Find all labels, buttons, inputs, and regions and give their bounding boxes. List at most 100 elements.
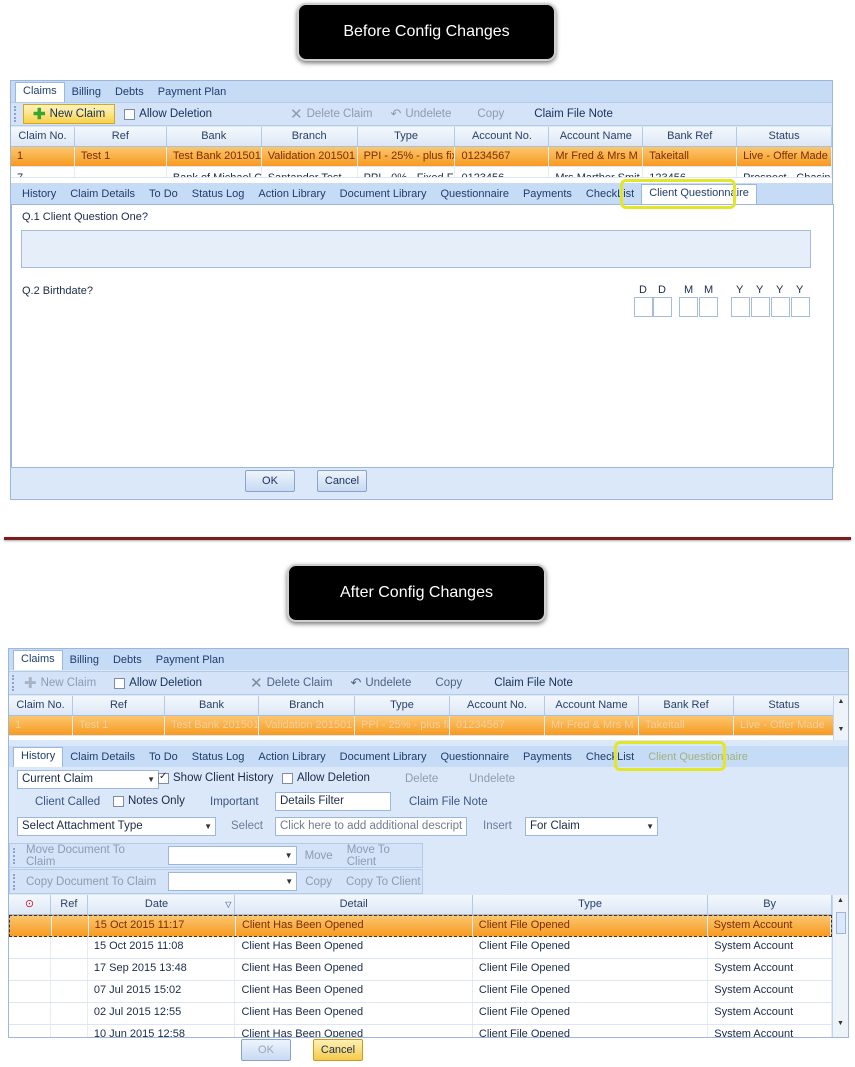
history-row[interactable]: 02 Jul 2015 12:55 Client Has Been Opened…: [9, 1003, 832, 1025]
col-account-no[interactable]: Account No.: [455, 127, 550, 146]
move-to-client-button[interactable]: Move To Client: [347, 844, 422, 868]
tab-to-do[interactable]: To Do: [142, 186, 185, 204]
undelete-button[interactable]: Undelete: [469, 773, 515, 785]
move-target-select[interactable]: ▼: [168, 846, 297, 865]
history-row[interactable]: 10 Jun 2015 12:58 Client Has Been Opened…: [9, 1025, 832, 1037]
tab-status-log[interactable]: Status Log: [185, 186, 252, 204]
description-input[interactable]: Click here to add additional descript: [275, 817, 467, 836]
notes-only-checkbox[interactable]: Notes Only: [113, 795, 185, 807]
delete-claim-button[interactable]: ✕ Delete Claim: [281, 103, 381, 125]
claim-file-note-button[interactable]: Claim File Note: [525, 103, 622, 125]
tab-questionnaire[interactable]: Questionnaire: [433, 186, 516, 204]
birthdate-day-2[interactable]: [653, 297, 672, 317]
scroll-down-icon[interactable]: ▼: [834, 726, 848, 733]
cancel-button[interactable]: Cancel: [313, 1039, 363, 1061]
col-branch[interactable]: Branch: [259, 696, 355, 715]
allow-deletion-checkbox[interactable]: Allow Deletion: [115, 103, 221, 125]
birthdate-day-1[interactable]: [634, 297, 653, 317]
client-called-button[interactable]: Client Called: [35, 796, 100, 808]
birthdate-year-1[interactable]: [731, 297, 750, 317]
scroll-down-icon[interactable]: ▼: [833, 1020, 848, 1027]
tab-document-library[interactable]: Document Library: [333, 749, 434, 767]
allow-deletion-checkbox[interactable]: Allow Deletion: [105, 672, 211, 694]
scroll-up-icon[interactable]: ▲: [833, 897, 848, 904]
tab-status-log[interactable]: Status Log: [185, 749, 252, 767]
delete-claim-button[interactable]: ✕ Delete Claim: [241, 672, 341, 694]
col-ref[interactable]: Ref: [51, 895, 88, 914]
claim-scope-select[interactable]: Current Claim ▼: [17, 770, 159, 789]
birthdate-year-3[interactable]: [771, 297, 790, 317]
tab-payment-plan[interactable]: Payment Plan: [151, 84, 233, 102]
claim-file-note-button[interactable]: Claim File Note: [485, 672, 582, 694]
birthdate-month-2[interactable]: [699, 297, 718, 317]
tab-document-library[interactable]: Document Library: [333, 186, 434, 204]
undelete-button[interactable]: ↶ Undelete: [381, 103, 460, 125]
col-ref[interactable]: Ref: [73, 696, 165, 715]
allow-deletion-checkbox[interactable]: Allow Deletion: [282, 772, 370, 784]
scroll-thumb[interactable]: [835, 912, 846, 934]
claims-row[interactable]: 7 Bank of Michael C Santander Test PPI -…: [11, 167, 832, 178]
claims-row[interactable]: 1 Test 1 Test Bank 201501 Validation 201…: [11, 147, 833, 167]
copy-button[interactable]: Copy: [426, 672, 471, 694]
select-button[interactable]: Select: [231, 820, 263, 832]
col-claim-no[interactable]: Claim No.: [9, 696, 73, 715]
birthdate-year-4[interactable]: [791, 297, 810, 317]
copy-button[interactable]: Copy: [305, 876, 332, 888]
col-bank[interactable]: Bank: [167, 127, 262, 146]
details-filter-input[interactable]: Details Filter: [275, 792, 391, 811]
tab-debts[interactable]: Debts: [108, 84, 151, 102]
ok-button[interactable]: OK: [245, 470, 295, 492]
col-bank-ref[interactable]: Bank Ref: [639, 696, 734, 715]
history-row[interactable]: 07 Jul 2015 15:02 Client Has Been Opened…: [9, 981, 832, 1003]
claims-row[interactable]: 1 Test 1 Test Bank 201501 Validation 201…: [9, 716, 848, 736]
col-type[interactable]: Type: [358, 127, 456, 146]
tab-action-library[interactable]: Action Library: [251, 186, 332, 204]
col-account-no[interactable]: Account No.: [450, 696, 545, 715]
scroll-up-icon[interactable]: ▲: [834, 698, 848, 705]
col-account-name[interactable]: Account Name: [549, 127, 644, 146]
claims-scrollbar[interactable]: ▲ ▼: [833, 696, 848, 740]
col-by[interactable]: By: [708, 895, 832, 914]
tab-questionnaire[interactable]: Questionnaire: [433, 749, 516, 767]
new-claim-button[interactable]: ✚ New Claim: [23, 104, 116, 124]
tab-claims[interactable]: Claims: [15, 82, 65, 102]
delete-button[interactable]: Delete: [405, 773, 438, 785]
tab-history[interactable]: History: [13, 747, 64, 767]
tab-action-library[interactable]: Action Library: [251, 749, 332, 767]
tab-payments[interactable]: Payments: [516, 186, 579, 204]
col-branch[interactable]: Branch: [262, 127, 358, 146]
history-row[interactable]: 15 Oct 2015 11:17 Client Has Been Opened…: [9, 915, 832, 937]
important-button[interactable]: Important: [210, 796, 259, 808]
tab-debts[interactable]: Debts: [106, 652, 149, 670]
copy-target-select[interactable]: ▼: [168, 872, 298, 891]
undelete-button[interactable]: ↶ Undelete: [341, 672, 420, 694]
move-button[interactable]: Move: [305, 850, 333, 862]
col-account-name[interactable]: Account Name: [545, 696, 639, 715]
tab-claim-details[interactable]: Claim Details: [63, 186, 142, 204]
col-status[interactable]: Status: [734, 696, 835, 715]
tab-billing[interactable]: Billing: [65, 84, 108, 102]
insert-target-select[interactable]: For Claim ▼: [525, 817, 658, 836]
birthdate-year-2[interactable]: [751, 297, 770, 317]
copy-to-client-button[interactable]: Copy To Client: [346, 876, 421, 888]
col-detail[interactable]: Detail: [235, 895, 473, 914]
ok-button[interactable]: OK: [241, 1039, 291, 1061]
col-status[interactable]: Status: [737, 127, 833, 146]
tab-claim-details[interactable]: Claim Details: [63, 749, 142, 767]
tab-claims[interactable]: Claims: [13, 650, 63, 670]
tab-history[interactable]: History: [15, 186, 63, 204]
col-type[interactable]: Type: [473, 895, 709, 914]
attachment-type-select[interactable]: Select Attachment Type ▼: [17, 817, 216, 836]
col-bank[interactable]: Bank: [165, 696, 259, 715]
tab-billing[interactable]: Billing: [63, 652, 106, 670]
col-date[interactable]: Date ▽: [88, 895, 236, 914]
col-ref[interactable]: Ref: [75, 127, 167, 146]
show-client-history-checkbox[interactable]: Show Client History: [158, 771, 273, 784]
history-row[interactable]: 17 Sep 2015 13:48 Client Has Been Opened…: [9, 959, 832, 981]
history-scrollbar[interactable]: ▲ ▼: [832, 895, 848, 1037]
col-type[interactable]: Type: [355, 696, 450, 715]
cancel-button[interactable]: Cancel: [317, 470, 367, 492]
tab-payment-plan[interactable]: Payment Plan: [149, 652, 231, 670]
tab-to-do[interactable]: To Do: [142, 749, 185, 767]
new-claim-button[interactable]: ✚ New Claim: [15, 672, 105, 694]
